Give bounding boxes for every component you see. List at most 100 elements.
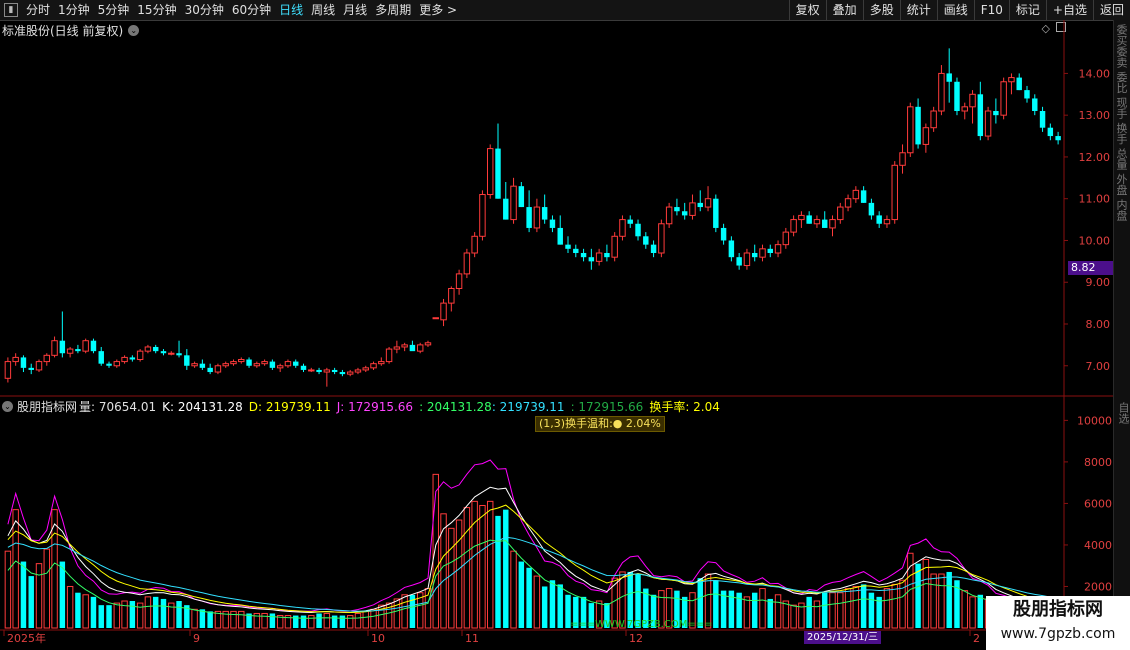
- volume-bar: [759, 588, 766, 629]
- candle-body: [728, 240, 735, 258]
- watermark-title: 股朋指标网: [1013, 599, 1103, 620]
- candle-body: [1047, 127, 1054, 137]
- candle-body: [362, 367, 369, 371]
- candle-body: [549, 219, 556, 228]
- candle-body: [1032, 98, 1038, 111]
- date-label: 10: [371, 632, 385, 645]
- candle-body: [416, 344, 424, 352]
- date-label: 9: [193, 632, 200, 645]
- candle-body: [876, 215, 882, 224]
- candle-body: [401, 344, 408, 348]
- volume-bar: [829, 592, 836, 629]
- price-axis-label: 14.00: [1079, 67, 1111, 80]
- volume-bar: [144, 596, 152, 629]
- candle-body: [35, 361, 43, 371]
- candle-body: [697, 202, 703, 208]
- candle-body: [541, 207, 548, 220]
- volume-axis-label: 4000: [1084, 539, 1112, 552]
- candle-body: [938, 72, 945, 112]
- candle-body: [448, 288, 455, 304]
- indicator-v6: : 172915.66: [570, 399, 644, 414]
- candle-body: [486, 148, 494, 196]
- indicator-d: D: 219739.11: [248, 399, 331, 414]
- volume-bar: [43, 548, 51, 629]
- candle-body: [743, 252, 751, 267]
- volume-bar: [806, 596, 812, 628]
- volume-bar: [767, 598, 773, 628]
- volume-bar: [503, 509, 509, 628]
- date-cursor-tag: 2025/12/31/三: [804, 631, 882, 644]
- volume-bar: [316, 613, 322, 628]
- candle-body: [276, 365, 284, 369]
- candle-body: [954, 81, 960, 111]
- candle-body: [293, 361, 299, 366]
- candle-body: [59, 340, 66, 354]
- volume-bar: [261, 612, 268, 629]
- volume-bar: [743, 596, 751, 629]
- volume-bar: [486, 500, 494, 629]
- volume-bar: [915, 563, 921, 628]
- candle-body: [891, 164, 898, 221]
- candle-body: [261, 361, 268, 365]
- candle-body: [704, 198, 712, 208]
- candle-body: [604, 253, 610, 258]
- candle-body: [28, 367, 34, 370]
- candle-body: [168, 352, 175, 355]
- candle-body: [922, 127, 930, 145]
- candle-body: [984, 110, 992, 137]
- candle-body: [238, 359, 245, 363]
- candle-body: [113, 361, 121, 367]
- price-axis-label: 8.00: [1086, 318, 1111, 331]
- volume-bar: [751, 592, 758, 628]
- candle-body: [689, 202, 696, 216]
- candle-body: [518, 186, 525, 208]
- candle-body: [106, 363, 112, 366]
- candle-body: [207, 367, 213, 373]
- candle-body: [246, 359, 252, 366]
- volume-axis-label: 10000: [1077, 414, 1112, 427]
- volume-bar: [90, 596, 97, 628]
- volume-bar: [160, 598, 167, 628]
- candle-body: [907, 106, 914, 154]
- kline-chart: 14.00 13.00 12.00 11.00 10.00 9.00 8.00 7.00 100…: [0, 20, 1114, 645]
- volume-bar: [66, 585, 74, 629]
- candle-body: [409, 344, 416, 352]
- candle-body: [557, 227, 563, 245]
- volume-bar: [152, 596, 159, 628]
- volume-bar: [4, 550, 12, 629]
- volume-bar: [393, 598, 401, 629]
- candle-body: [82, 340, 89, 352]
- candle-body: [969, 93, 976, 108]
- candle-body: [829, 219, 836, 229]
- volume-bar: [354, 612, 362, 629]
- volume-bar: [860, 584, 867, 628]
- candle-body: [300, 365, 307, 370]
- candle-body: [751, 253, 758, 258]
- indicator-j: J: 172915.66: [336, 399, 414, 414]
- volume-bar: [479, 505, 486, 629]
- candle-body: [650, 244, 657, 253]
- candle-body: [43, 354, 51, 363]
- candle-body: [354, 369, 362, 373]
- volume-bar: [930, 573, 937, 629]
- volume-bar: [713, 580, 719, 628]
- price-axis-label: 11.00: [1079, 193, 1111, 206]
- volume-bar: [790, 604, 797, 629]
- volume-bar: [557, 584, 563, 628]
- price-axis-label: 13.00: [1079, 109, 1111, 122]
- candle-body: [565, 244, 571, 249]
- volume-bar: [837, 592, 844, 629]
- volume-bar: [549, 580, 556, 628]
- volume-bar: [455, 519, 463, 629]
- candle-body: [463, 252, 471, 275]
- date-label: 2: [973, 632, 980, 645]
- candle-body: [790, 219, 797, 233]
- candle-body: [822, 219, 828, 228]
- candle-body: [713, 198, 719, 228]
- volume-bar: [176, 601, 182, 628]
- chevron-down-icon[interactable]: ⌄: [2, 401, 13, 412]
- volume-bar: [868, 592, 875, 628]
- volume-bar: [961, 590, 968, 629]
- candle-body: [176, 353, 182, 356]
- candle-body: [316, 369, 322, 373]
